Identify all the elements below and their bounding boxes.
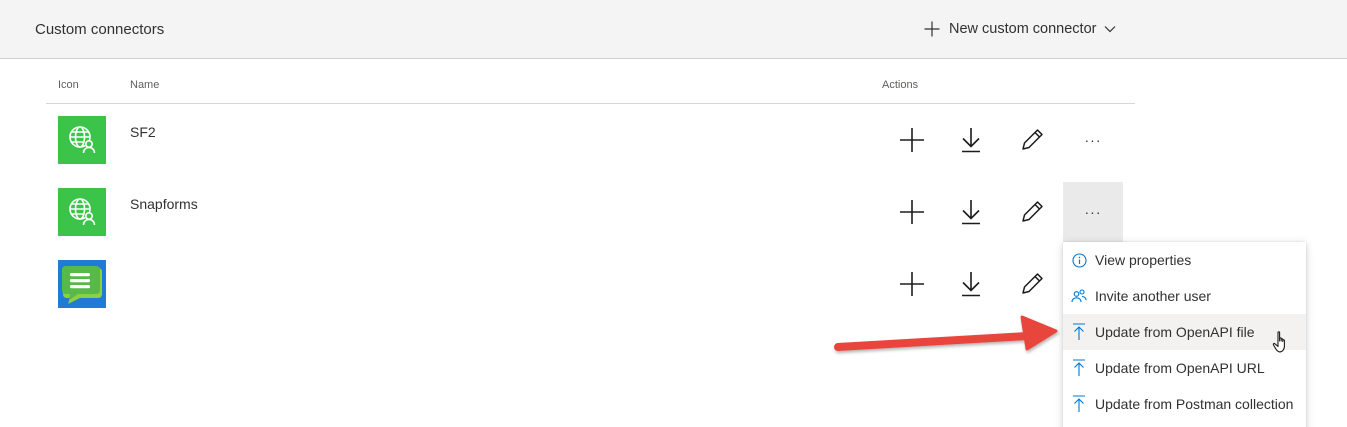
download-icon[interactable] (951, 264, 991, 304)
column-header-actions: Actions (882, 79, 919, 91)
info-icon (1071, 252, 1087, 268)
add-icon[interactable] (892, 192, 932, 232)
menu-item-update-from-openapi-file[interactable]: Update from OpenAPI file (1063, 314, 1306, 350)
menu-item-label: Update from OpenAPI URL (1095, 360, 1265, 376)
edit-pencil-icon[interactable] (1012, 120, 1052, 160)
chevron-down-icon (1104, 25, 1116, 33)
menu-item-update-from-postman-collection[interactable]: Update from Postman collection (1063, 386, 1306, 422)
header-divider (46, 103, 1135, 104)
connector-name[interactable]: Snapforms (130, 196, 198, 212)
globe-user-icon (58, 188, 106, 236)
menu-item-label: View properties (1095, 252, 1192, 268)
menu-item-invite-another-user[interactable]: Invite another user (1063, 278, 1306, 314)
column-header-icon: Icon (58, 79, 79, 91)
upload-arrow-icon (1071, 323, 1087, 340)
menu-item-view-properties[interactable]: View properties (1063, 242, 1306, 278)
menu-item-label: Update from OpenAPI file (1095, 324, 1255, 340)
menu-item-label: Update from Postman collection (1095, 396, 1294, 412)
upload-arrow-icon (1071, 395, 1087, 412)
more-options-button[interactable]: ··· (1063, 110, 1123, 170)
hand-cursor-icon (1272, 331, 1285, 353)
page-header: Custom connectors New custom connector (0, 0, 1347, 59)
new-custom-connector-button[interactable]: New custom connector (924, 18, 1116, 40)
plus-icon (924, 21, 940, 37)
add-icon[interactable] (892, 120, 932, 160)
upload-arrow-icon (1071, 359, 1087, 376)
more-options-button[interactable]: ··· (1063, 182, 1123, 242)
page-title: Custom connectors (35, 21, 165, 38)
add-icon[interactable] (892, 264, 932, 304)
people-icon (1071, 288, 1087, 304)
new-custom-connector-label: New custom connector (949, 21, 1097, 37)
menu-item-label: Invite another user (1095, 288, 1211, 304)
download-icon[interactable] (951, 192, 991, 232)
edit-pencil-icon[interactable] (1012, 264, 1052, 304)
annotation-arrow-icon (834, 315, 1058, 351)
edit-pencil-icon[interactable] (1012, 192, 1052, 232)
snapforms-logo-icon (58, 260, 106, 308)
column-header-name: Name (130, 79, 160, 91)
download-icon[interactable] (951, 120, 991, 160)
globe-user-icon (58, 116, 106, 164)
menu-item-update-from-openapi-url[interactable]: Update from OpenAPI URL (1063, 350, 1306, 386)
context-menu: View properties Invite another user Upda… (1063, 242, 1306, 427)
connector-name[interactable]: SF2 (130, 124, 156, 140)
